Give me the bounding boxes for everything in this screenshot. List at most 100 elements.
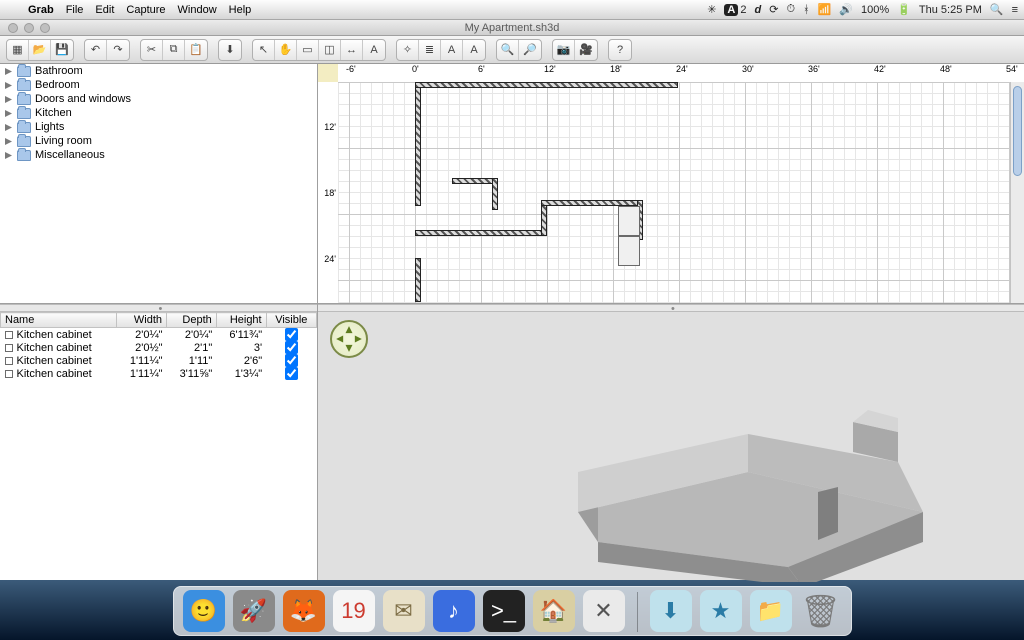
table-row[interactable]: Kitchen cabinet2'0¼"2'0¼"6'11¾" <box>1 328 317 342</box>
sync-icon[interactable]: ⟳ <box>769 3 778 16</box>
dimension-icon[interactable]: ↔ <box>341 40 363 60</box>
cell-visible[interactable] <box>266 328 316 342</box>
cell-visible[interactable] <box>266 341 316 354</box>
catalog-category[interactable]: Kitchen <box>0 106 317 120</box>
text2-icon[interactable]: A <box>441 40 463 60</box>
disclosure-triangle-icon[interactable] <box>4 95 13 104</box>
notification-center-icon[interactable]: ≡ <box>1012 4 1018 16</box>
visible-checkbox[interactable] <box>285 328 298 341</box>
wall-icon[interactable]: ▭ <box>297 40 319 60</box>
table-row[interactable]: Kitchen cabinet1'11¼"1'11"2'6" <box>1 354 317 367</box>
plan-2d-view[interactable]: -6'0'6'12'18'24'30'36'42'48'54' 12'18'24… <box>318 64 1024 304</box>
pan-icon[interactable]: ✋ <box>275 40 297 60</box>
menu-capture[interactable]: Capture <box>126 4 165 16</box>
column-header[interactable]: Visible <box>266 313 316 328</box>
column-header[interactable]: Depth <box>167 313 217 328</box>
horizontal-splitter-right[interactable] <box>318 304 1024 312</box>
wall-segment[interactable] <box>415 258 421 302</box>
bluetooth-icon[interactable]: ᚼ <box>803 4 810 16</box>
spotlight-icon[interactable]: 🔍 <box>990 3 1004 16</box>
select-icon[interactable]: ↖ <box>253 40 275 60</box>
dropbox-alt-icon[interactable]: d <box>754 4 761 16</box>
wall-segment[interactable] <box>492 178 498 210</box>
clock[interactable]: Thu 5:25 PM <box>919 4 982 16</box>
dock-xquartz-icon[interactable]: ✕ <box>583 590 625 632</box>
catalog-category[interactable]: Bathroom <box>0 64 317 78</box>
visible-checkbox[interactable] <box>285 341 298 354</box>
catalog-category[interactable]: Living room <box>0 134 317 148</box>
cut-icon[interactable]: ✂ <box>141 40 163 60</box>
dock[interactable]: 🙂🚀🦊19✉♪>_🏠✕⬇★📁🗑 <box>173 586 852 636</box>
menu-help[interactable]: Help <box>229 4 252 16</box>
disclosure-triangle-icon[interactable] <box>4 137 13 146</box>
minimize-button[interactable] <box>24 23 34 33</box>
visible-checkbox[interactable] <box>285 354 298 367</box>
disclosure-triangle-icon[interactable] <box>4 109 13 118</box>
disclosure-triangle-icon[interactable] <box>4 123 13 132</box>
furniture-list-panel[interactable]: NameWidthDepthHeightVisible Kitchen cabi… <box>0 312 317 580</box>
menu-edit[interactable]: Edit <box>95 4 114 16</box>
wall-segment[interactable] <box>415 82 421 206</box>
help-icon[interactable]: ? <box>609 40 631 60</box>
text3-icon[interactable]: A <box>463 40 485 60</box>
level-icon[interactable]: ≣ <box>419 40 441 60</box>
catalog-category[interactable]: Bedroom <box>0 78 317 92</box>
cabinet-shape[interactable] <box>618 236 640 266</box>
paste-icon[interactable]: 📋 <box>185 40 207 60</box>
disclosure-triangle-icon[interactable] <box>4 67 13 76</box>
photo-icon[interactable]: 📷 <box>553 40 575 60</box>
catalog-category[interactable]: Miscellaneous <box>0 148 317 162</box>
undo-icon[interactable]: ↶ <box>85 40 107 60</box>
open-icon[interactable]: 📂 <box>29 40 51 60</box>
timemachine-icon[interactable]: ⏱ <box>786 3 795 16</box>
wall-segment[interactable] <box>415 82 678 88</box>
save-icon[interactable]: 💾 <box>51 40 73 60</box>
wall-segment[interactable] <box>415 230 547 236</box>
spinner-icon[interactable]: ✳ <box>707 3 716 16</box>
apple-menu-icon[interactable] <box>6 3 20 17</box>
compass-tool-icon[interactable]: ✧ <box>397 40 419 60</box>
active-app-name[interactable]: Grab <box>28 4 54 16</box>
new-icon[interactable]: ▦ <box>7 40 29 60</box>
dock-terminal-icon[interactable]: >_ <box>483 590 525 632</box>
dock-trash-icon[interactable]: 🗑 <box>800 590 842 632</box>
house-3d-model[interactable] <box>538 392 1008 582</box>
zoom-out-icon[interactable]: 🔎 <box>519 40 541 60</box>
navigation-compass-icon[interactable] <box>330 320 368 358</box>
window-controls[interactable] <box>8 23 50 33</box>
battery-icon[interactable]: 🔋 <box>897 3 911 16</box>
dock-finder-icon[interactable]: 🙂 <box>183 590 225 632</box>
disclosure-triangle-icon[interactable] <box>4 81 13 90</box>
cell-visible[interactable] <box>266 367 316 380</box>
dock-sweethome-icon[interactable]: 🏠 <box>533 590 575 632</box>
furniture-table[interactable]: NameWidthDepthHeightVisible Kitchen cabi… <box>0 312 317 380</box>
cell-visible[interactable] <box>266 354 316 367</box>
dock-documents-icon[interactable]: ★ <box>700 590 742 632</box>
view-3d[interactable] <box>318 312 1024 580</box>
menu-file[interactable]: File <box>66 4 84 16</box>
wifi-icon[interactable]: 📶 <box>818 3 832 16</box>
dock-launchpad-icon[interactable]: 🚀 <box>233 590 275 632</box>
dock-folder-icon[interactable]: 📁 <box>750 590 792 632</box>
zoom-button[interactable] <box>40 23 50 33</box>
table-row[interactable]: Kitchen cabinet1'11¼"3'11⅝"1'3¼" <box>1 367 317 380</box>
table-row[interactable]: Kitchen cabinet2'0½"2'1"3' <box>1 341 317 354</box>
plan-vertical-scrollbar[interactable] <box>1010 82 1024 303</box>
cabinet-shape[interactable] <box>618 206 640 236</box>
column-header[interactable]: Name <box>1 313 117 328</box>
adobe-menu-icon[interactable]: A2 <box>724 4 746 16</box>
add-furniture-icon[interactable]: ⬇ <box>219 40 241 60</box>
volume-icon[interactable]: 🔊 <box>839 3 853 16</box>
plan-canvas[interactable] <box>338 82 1010 303</box>
column-header[interactable]: Height <box>216 313 266 328</box>
furniture-catalog-tree[interactable]: BathroomBedroomDoors and windowsKitchenL… <box>0 64 317 304</box>
dock-mail-icon[interactable]: ✉ <box>383 590 425 632</box>
disclosure-triangle-icon[interactable] <box>4 151 13 160</box>
catalog-category[interactable]: Lights <box>0 120 317 134</box>
catalog-category[interactable]: Doors and windows <box>0 92 317 106</box>
dock-firefox-icon[interactable]: 🦊 <box>283 590 325 632</box>
dock-downloads-icon[interactable]: ⬇ <box>650 590 692 632</box>
ruler-origin-icon[interactable] <box>318 64 338 82</box>
dock-itunes-icon[interactable]: ♪ <box>433 590 475 632</box>
copy-icon[interactable]: ⧉ <box>163 40 185 60</box>
